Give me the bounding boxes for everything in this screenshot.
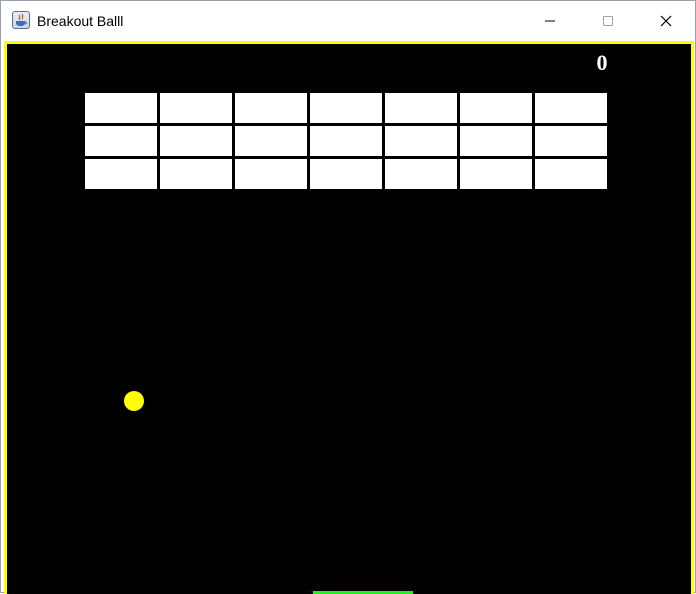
score-display: 0 (596, 50, 608, 75)
brick (460, 126, 532, 156)
brick (160, 159, 232, 189)
brick (310, 93, 382, 123)
brick (310, 159, 382, 189)
brick (160, 93, 232, 123)
brick (385, 93, 457, 123)
brick (535, 159, 607, 189)
title-bar[interactable]: Breakout Balll (1, 1, 695, 41)
window-title: Breakout Balll (37, 13, 124, 29)
maximize-button[interactable] (585, 1, 631, 41)
brick (535, 126, 607, 156)
brick (85, 159, 157, 189)
minimize-button[interactable] (527, 1, 573, 41)
close-icon (660, 15, 672, 27)
brick (235, 159, 307, 189)
java-icon (12, 11, 30, 29)
brick (385, 126, 457, 156)
brick (385, 159, 457, 189)
brick (235, 126, 307, 156)
brick (160, 126, 232, 156)
brick (85, 93, 157, 123)
brick (460, 159, 532, 189)
minimize-icon (545, 20, 555, 22)
brick (235, 93, 307, 123)
brick (460, 93, 532, 123)
close-button[interactable] (643, 1, 689, 41)
brick (85, 126, 157, 156)
app-window: Breakout Balll 0 (0, 0, 696, 594)
ball (124, 391, 144, 411)
brick (535, 93, 607, 123)
maximize-icon (603, 16, 613, 26)
brick (310, 126, 382, 156)
game-canvas[interactable]: 0 (4, 41, 694, 594)
